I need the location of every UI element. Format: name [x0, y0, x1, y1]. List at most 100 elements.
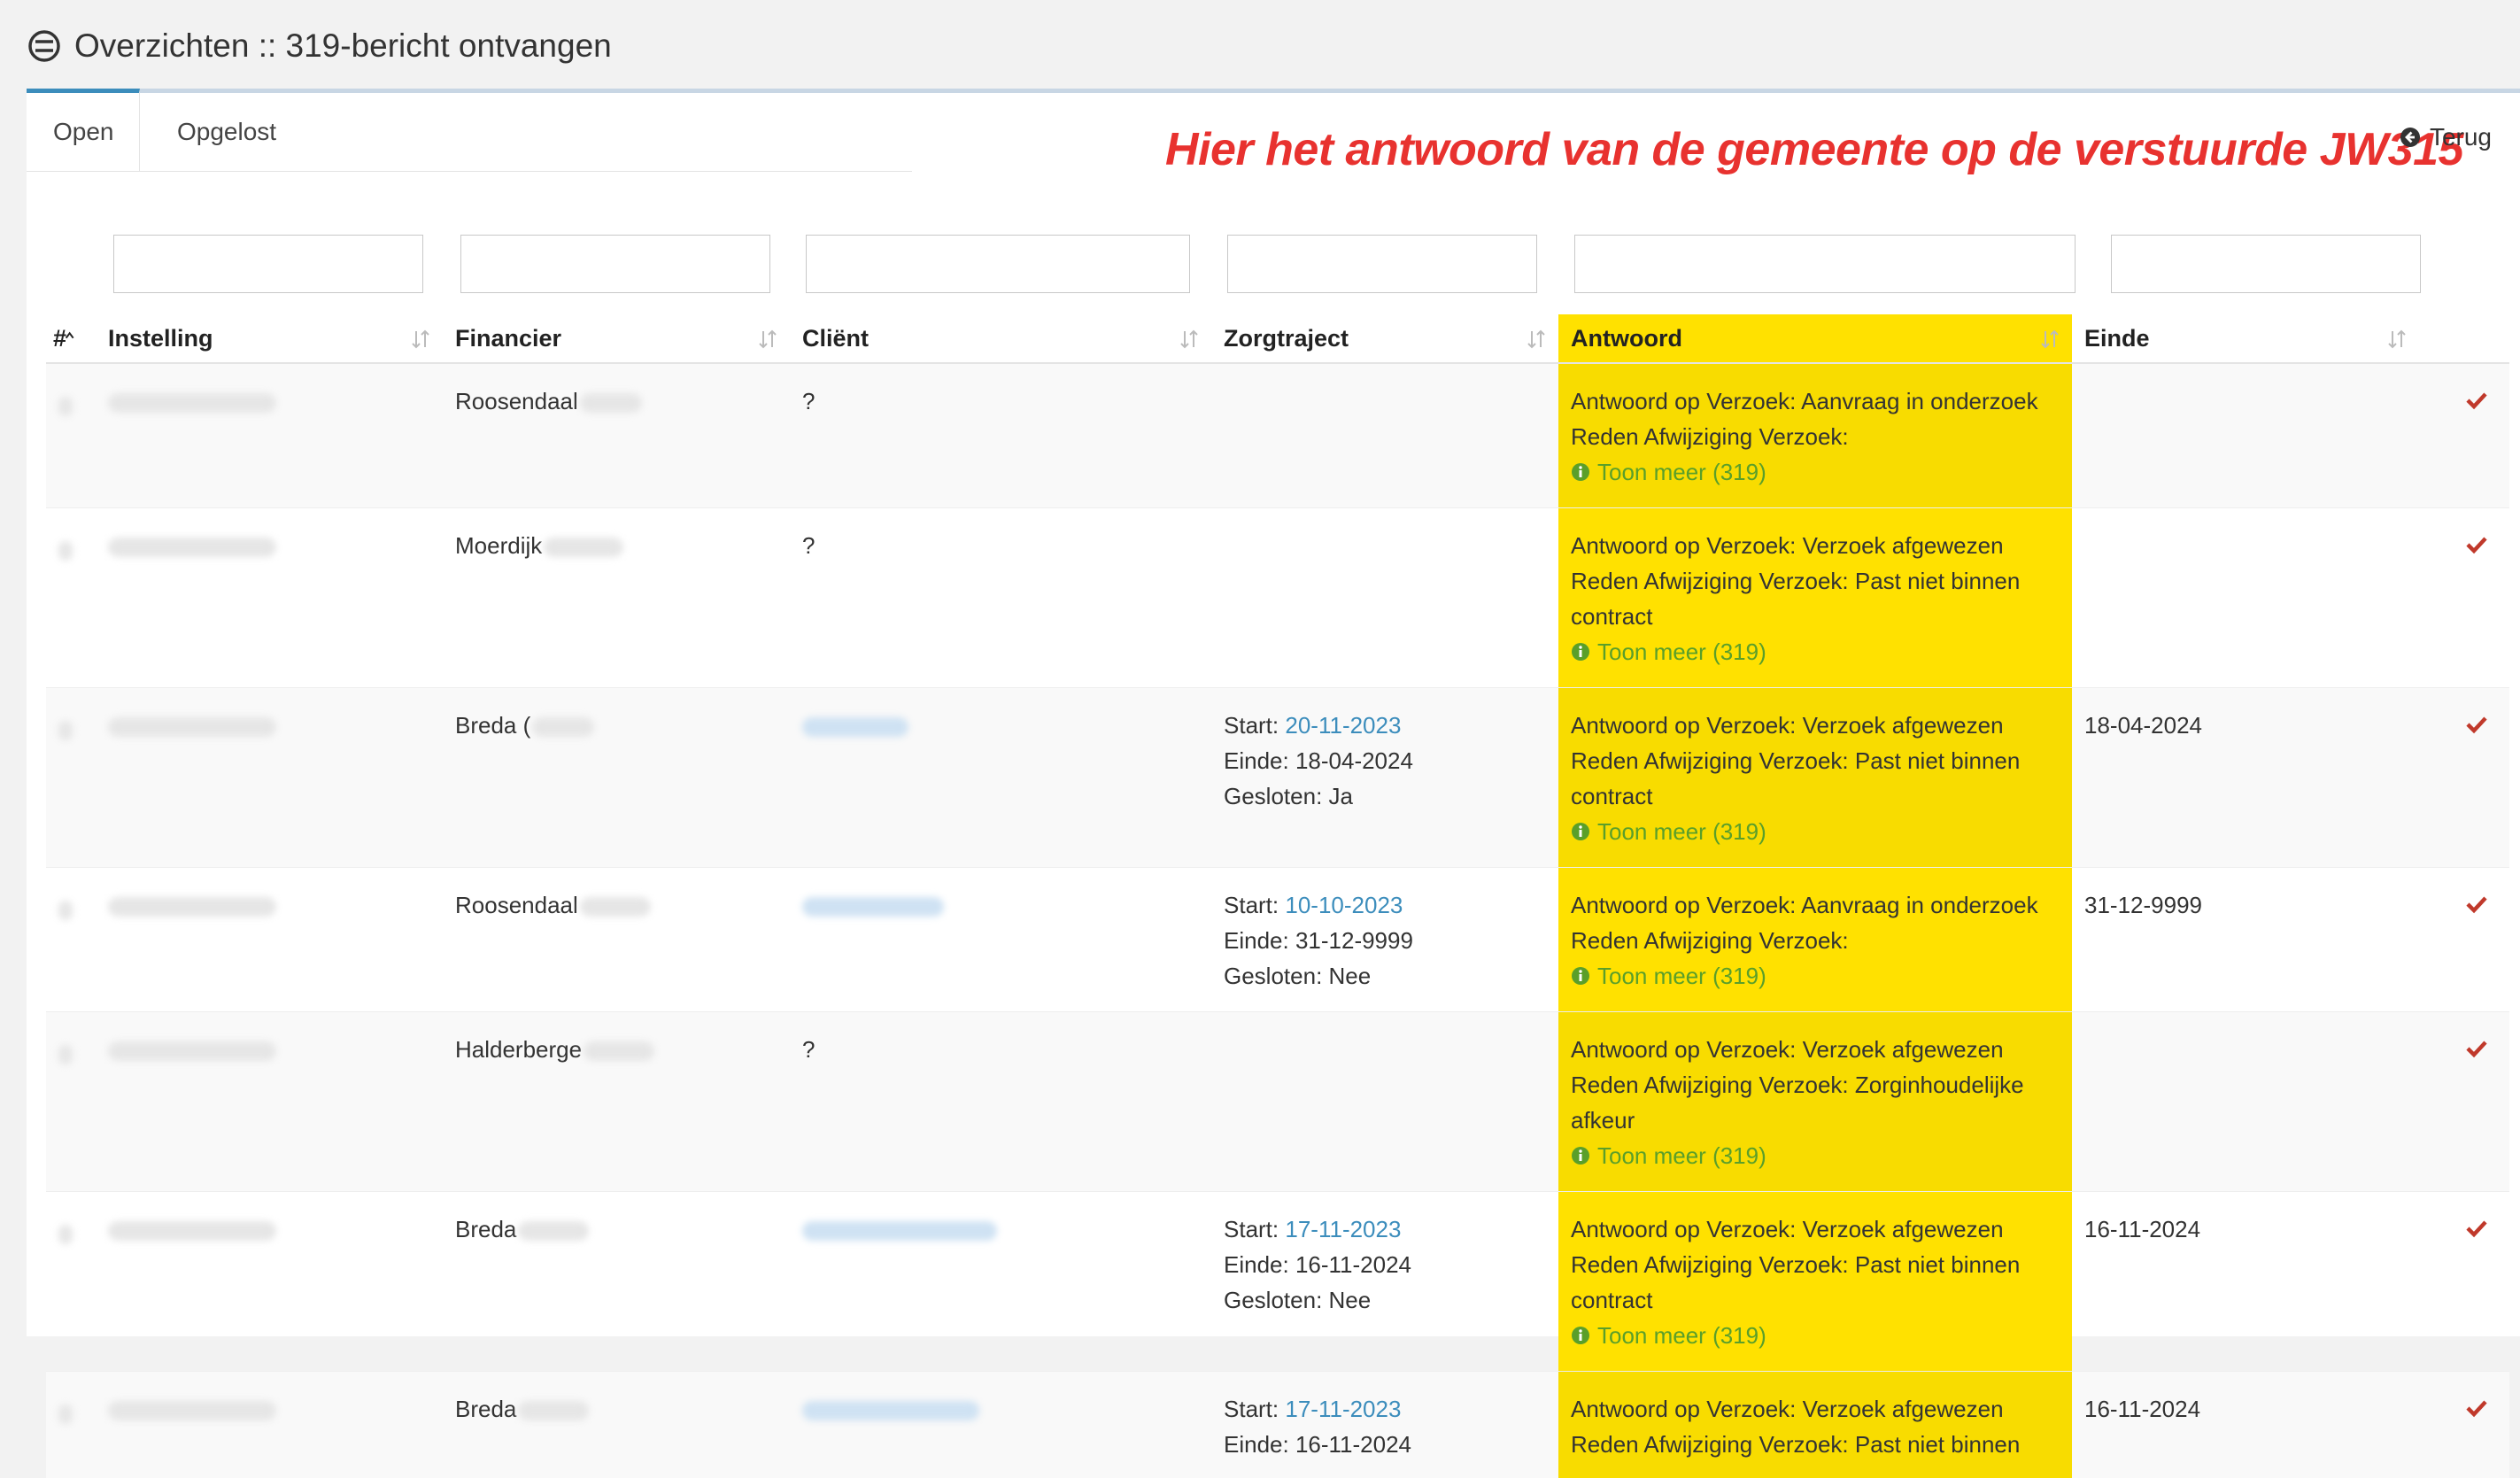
table-header-row: # Instelling Financier Cliënt	[46, 314, 2509, 363]
einde-cell	[2072, 363, 2419, 508]
table-row[interactable]: Roosendaal?Antwoord op Verzoek: Aanvraag…	[46, 363, 2509, 508]
info-circle-icon	[1571, 462, 1590, 482]
zorgtraject-start-date-link[interactable]: 17-11-2023	[1285, 1216, 1401, 1242]
table-row[interactable]: BredaStart: 17-11-2023Einde: 16-11-2024A…	[46, 1372, 2509, 1478]
check-icon[interactable]	[2465, 1398, 2488, 1418]
column-header-antwoord[interactable]: Antwoord	[1558, 314, 2072, 363]
antwoord-line: Antwoord op Verzoek: Verzoek afgewezen	[1571, 1032, 2060, 1067]
check-icon[interactable]	[2465, 715, 2488, 734]
column-header-financier-label: Financier	[455, 325, 561, 352]
instelling-cell	[96, 363, 443, 508]
instelling-cell	[96, 868, 443, 1012]
column-header-instelling[interactable]: Instelling	[96, 314, 443, 363]
financier-redacted	[580, 393, 642, 413]
row-index-cell	[46, 868, 96, 1012]
column-header-index[interactable]: #	[46, 314, 96, 363]
table-body: Roosendaal?Antwoord op Verzoek: Aanvraag…	[46, 363, 2509, 1478]
table-row[interactable]: BredaStart: 17-11-2023Einde: 16-11-2024G…	[46, 1192, 2509, 1372]
filter-zorgtraject-input[interactable]	[1227, 235, 1537, 293]
check-icon[interactable]	[2465, 1039, 2488, 1058]
zorgtraject-gesloten: Gesloten: Nee	[1224, 958, 1546, 994]
filter-financier-input[interactable]	[460, 235, 770, 293]
einde-cell: 18-04-2024	[2072, 688, 2419, 868]
client-redacted-link[interactable]	[802, 897, 944, 917]
client-redacted-link[interactable]	[802, 717, 908, 737]
toon-meer-link[interactable]: Toon meer (319)	[1571, 634, 1766, 669]
zorgtraject-start-date-link[interactable]: 20-11-2023	[1285, 712, 1401, 739]
check-icon[interactable]	[2465, 535, 2488, 554]
financier-redacted	[518, 1401, 589, 1420]
zorgtraject-start: Start: 17-11-2023	[1224, 1391, 1546, 1427]
toon-meer-link[interactable]: Toon meer (319)	[1571, 1138, 1766, 1173]
toon-meer-link[interactable]: Toon meer (319)	[1571, 814, 1766, 849]
action-cell	[2419, 1012, 2509, 1192]
instelling-cell	[96, 508, 443, 688]
antwoord-cell: Antwoord op Verzoek: Verzoek afgewezenRe…	[1558, 1372, 2072, 1478]
client-cell	[790, 1192, 1211, 1372]
filter-client-input[interactable]	[806, 235, 1190, 293]
zorgtraject-cell: Start: 17-11-2023Einde: 16-11-2024Geslot…	[1211, 1192, 1558, 1372]
column-header-zorgtraject[interactable]: Zorgtraject	[1211, 314, 1558, 363]
row-index-redacted	[58, 1404, 73, 1424]
tab-open[interactable]: Open	[27, 89, 140, 171]
einde-value: 18-04-2024	[2084, 712, 2202, 739]
zorgtraject-gesloten: Gesloten: Nee	[1224, 1282, 1546, 1318]
toon-meer-label: Toon meer (319)	[1597, 814, 1766, 849]
toon-meer-link[interactable]: Toon meer (319)	[1571, 454, 1766, 490]
row-index-redacted	[58, 721, 73, 740]
financier-redacted	[544, 538, 623, 557]
back-link[interactable]: Terug	[2400, 123, 2492, 151]
antwoord-cell: Antwoord op Verzoek: Aanvraag in onderzo…	[1558, 363, 2072, 508]
zorgtraject-cell: Start: 10-10-2023Einde: 31-12-9999Geslot…	[1211, 868, 1558, 1012]
action-cell	[2419, 508, 2509, 688]
financier-value: Roosendaal	[455, 892, 578, 918]
content-panel: Open Opgelost Hier het antwoord van de g…	[27, 89, 2520, 1336]
zorgtraject-einde: Einde: 16-11-2024	[1224, 1427, 1546, 1462]
zorgtraject-start-date-link[interactable]: 10-10-2023	[1285, 892, 1403, 918]
financier-value: Halderberge	[455, 1036, 582, 1063]
row-index-cell	[46, 363, 96, 508]
sort-icon	[1179, 329, 1199, 350]
instelling-cell	[96, 1012, 443, 1192]
antwoord-line: Antwoord op Verzoek: Verzoek afgewezen	[1571, 708, 2060, 743]
column-header-actions	[2419, 314, 2509, 363]
toon-meer-link[interactable]: Toon meer (319)	[1571, 958, 1766, 994]
client-redacted-link[interactable]	[802, 1401, 979, 1420]
zorgtraject-start-date-link[interactable]: 17-11-2023	[1285, 1396, 1401, 1422]
zorgtraject-start-label: Start:	[1224, 892, 1279, 918]
antwoord-line: Antwoord op Verzoek: Aanvraag in onderzo…	[1571, 383, 2060, 419]
financier-cell: Roosendaal	[443, 363, 790, 508]
column-header-client-label: Cliënt	[802, 325, 869, 352]
column-header-financier[interactable]: Financier	[443, 314, 790, 363]
column-header-antwoord-label: Antwoord	[1571, 325, 1682, 352]
check-icon[interactable]	[2465, 391, 2488, 410]
filter-instelling-input[interactable]	[113, 235, 423, 293]
table-row[interactable]: Halderberge?Antwoord op Verzoek: Verzoek…	[46, 1012, 2509, 1192]
einde-value: 16-11-2024	[2084, 1216, 2200, 1242]
antwoord-cell: Antwoord op Verzoek: Verzoek afgewezenRe…	[1558, 1012, 2072, 1192]
table-row[interactable]: Roosendaal Start: 10-10-2023Einde: 31-12-…	[46, 868, 2509, 1012]
filter-einde-input[interactable]	[2111, 235, 2421, 293]
tab-opgelost[interactable]: Opgelost	[151, 93, 303, 171]
filter-antwoord-input[interactable]	[1574, 235, 2076, 293]
action-cell	[2419, 1192, 2509, 1372]
row-index-cell	[46, 1012, 96, 1192]
instelling-cell	[96, 1192, 443, 1372]
table-row[interactable]: Breda (Start: 20-11-2023Einde: 18-04-202…	[46, 688, 2509, 868]
financier-value: Moerdijk	[455, 532, 542, 559]
check-icon[interactable]	[2465, 894, 2488, 914]
info-circle-icon	[1571, 966, 1590, 986]
sort-icon	[411, 329, 430, 350]
column-header-einde[interactable]: Einde	[2072, 314, 2419, 363]
tab-bar: Open Opgelost	[27, 93, 912, 172]
toon-meer-label: Toon meer (319)	[1597, 958, 1766, 994]
client-redacted-link[interactable]	[802, 1221, 997, 1241]
column-header-client[interactable]: Cliënt	[790, 314, 1211, 363]
table-row[interactable]: Moerdijk?Antwoord op Verzoek: Verzoek af…	[46, 508, 2509, 688]
einde-cell	[2072, 1012, 2419, 1192]
annotation-text: Hier het antwoord van de gemeente op de …	[1165, 123, 2463, 176]
toon-meer-link[interactable]: Toon meer (319)	[1571, 1318, 1766, 1353]
financier-redacted	[532, 717, 594, 737]
check-icon[interactable]	[2465, 1219, 2488, 1238]
toon-meer-label: Toon meer (319)	[1597, 454, 1766, 490]
